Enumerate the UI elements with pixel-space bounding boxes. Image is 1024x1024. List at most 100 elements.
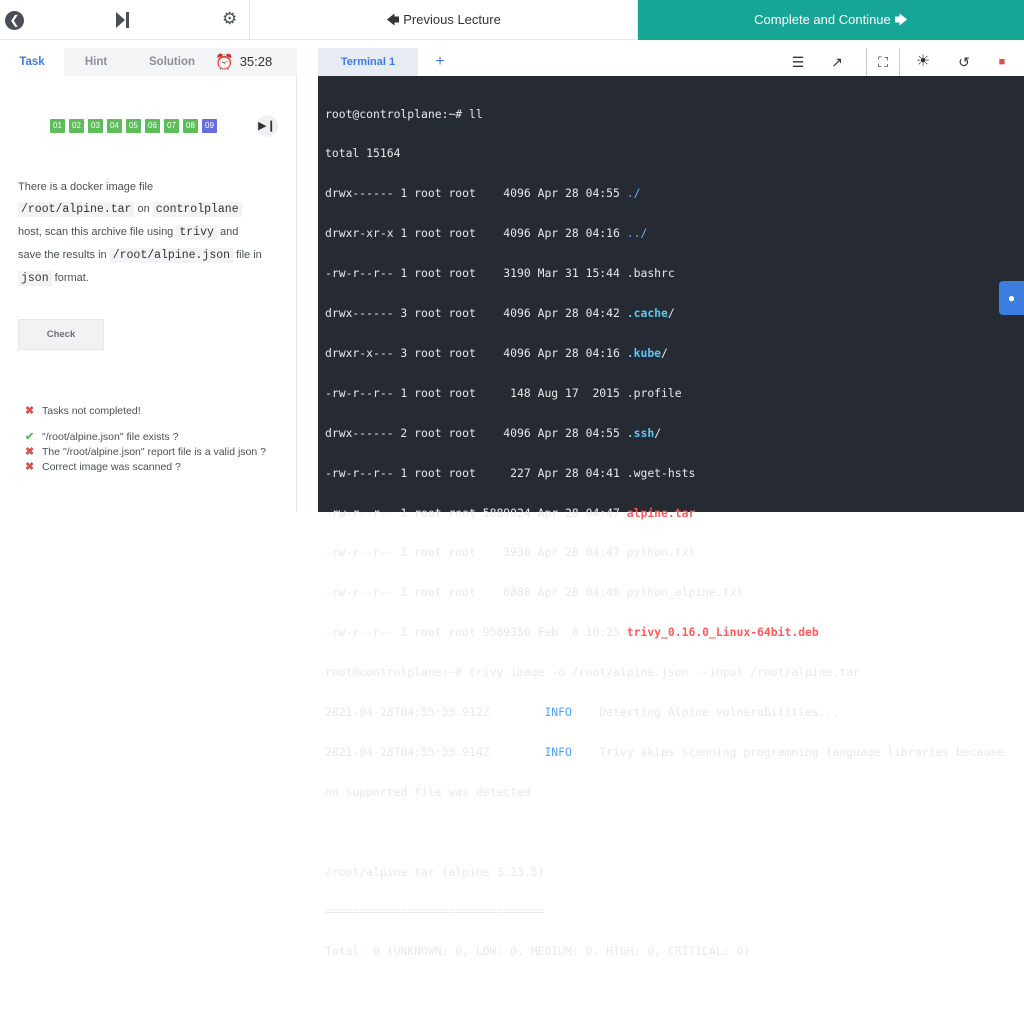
file-meta: drwx------ 1 root root 4096 Apr 28 04:55: [325, 186, 627, 201]
top-bar: ❮ ⚙ 🡄 Previous Lecture Complete and Cont…: [0, 0, 1024, 40]
terminal-line: no supported file was detected: [325, 784, 531, 799]
file-meta: -rw-r--r-- 1 root root 227 Apr 28 04:41: [325, 465, 627, 480]
arrow-right-icon: 🡆: [894, 12, 908, 27]
tab-terminal-1[interactable]: Terminal 1: [318, 48, 418, 76]
cross-icon: ✖: [25, 405, 35, 417]
complete-label: Complete and Continue: [754, 12, 891, 27]
file-name: .ssh: [626, 425, 655, 440]
question-number[interactable]: 04: [107, 119, 122, 133]
result-item: ✖ Tasks not completed!: [25, 405, 285, 418]
fullscreen-icon[interactable]: ⛶: [873, 52, 893, 72]
task-text: and: [219, 226, 239, 238]
prompt: root@controlplane:~#: [325, 106, 463, 121]
tab-task[interactable]: Task: [0, 48, 64, 76]
terminal-line: /root/alpine.tar (alpine 3.13.5): [325, 864, 545, 879]
file-name: alpine.tar: [626, 505, 696, 520]
check-icon: ✔: [25, 431, 35, 443]
previous-lecture-button[interactable]: 🡄 Previous Lecture: [250, 0, 638, 40]
file-name: ../: [626, 226, 648, 241]
next-question-icon[interactable]: ▶❙: [256, 115, 278, 137]
task-panel: Task Hint Solution ⏰ 35:28 01 02 03 04 05 06 07…: [0, 48, 297, 512]
skip-end-icon[interactable]: [115, 10, 131, 30]
result-text: Correct image was scanned ?: [42, 461, 181, 473]
dir-suffix: /: [654, 425, 662, 440]
chat-icon[interactable]: ●: [999, 281, 1024, 315]
task-text: on: [137, 203, 150, 215]
question-number[interactable]: 08: [183, 119, 198, 133]
dir-suffix: /: [661, 345, 668, 360]
log-level: INFO: [544, 744, 572, 759]
history-icon[interactable]: ↺: [954, 52, 974, 72]
log-level: INFO: [544, 704, 572, 719]
task-description: There is a docker image file /root/alpin…: [18, 176, 286, 290]
listing-row: drwxr-x--- 3 root root 4096 Apr 28 04:16…: [325, 345, 1015, 360]
brightness-icon[interactable]: ☀: [913, 52, 933, 72]
task-text: host, scan this archive file using: [18, 226, 174, 238]
question-number[interactable]: 01: [50, 119, 65, 133]
listing-row: -rw-r--r-- 1 root root 148 Aug 17 2015 .…: [325, 385, 1015, 400]
task-text: save the results in: [18, 249, 107, 261]
code-results-file: /root/alpine.json: [109, 248, 234, 263]
tab-hint[interactable]: Hint: [64, 48, 128, 76]
listing-row: -rw-r--r-- 1 root root 3936 Apr 28 04:47…: [325, 546, 1015, 559]
question-number-current[interactable]: 09: [202, 119, 217, 133]
file-meta: -rw-r--r-- 1 root root 3936 Apr 28 04:47: [325, 545, 627, 560]
file-meta: drwx------ 3 root root 4096 Apr 28 04:42: [325, 306, 627, 321]
code-host: controlplane: [152, 202, 242, 217]
result-text: "/root/alpine.json" file exists ?: [42, 431, 179, 443]
code-file: /root/alpine.tar: [18, 202, 135, 217]
terminal-output[interactable]: root@controlplane:~# ll total 15164 drwx…: [325, 81, 1015, 1024]
log-message: Detecting Alpine vulnerabilities...: [571, 704, 840, 719]
question-number[interactable]: 07: [164, 119, 179, 133]
listing-row: -rw-r--r-- 1 root root 3190 Mar 31 15:44…: [325, 267, 1015, 280]
code-format: json: [18, 271, 52, 286]
file-name: ./: [626, 186, 641, 201]
listing-row: -rw-r--r-- 1 root root 227 Apr 28 04:41 …: [325, 465, 1015, 480]
file-name: .cache: [626, 306, 668, 321]
task-text: file in: [236, 249, 262, 261]
previous-lecture-label: Previous Lecture: [403, 12, 501, 27]
listing-row: -rw-r--r-- 1 root root 5889024 Apr 28 04…: [325, 505, 1015, 520]
result-text: Tasks not completed!: [42, 405, 141, 417]
check-button[interactable]: Check: [18, 319, 104, 350]
question-number[interactable]: 05: [126, 119, 141, 133]
command: trivy image -o /root/alpine.json --input…: [469, 665, 860, 680]
terminal-panel: Terminal 1 + ☰ ↗ ⛶ ☀ ↺ ■ root@controlpla…: [318, 48, 1024, 958]
prompt: root@controlplane:~#: [325, 665, 463, 680]
file-name: trivy_0.16.0_Linux-64bit.deb: [626, 625, 819, 640]
menu-icon[interactable]: ☰: [788, 52, 808, 72]
log-line: 2021-04-28T04:55:55.914Z INFO Trivy skip…: [325, 744, 1015, 759]
stop-icon[interactable]: ■: [992, 52, 1012, 72]
file-name: .wget-hsts: [626, 465, 696, 480]
listing-row: drwxr-xr-x 1 root root 4096 Apr 28 04:16…: [325, 227, 1015, 240]
complete-and-continue-button[interactable]: Complete and Continue 🡆: [638, 0, 1024, 40]
file-name: python.txt: [626, 545, 696, 560]
result-item: ✖ Correct image was scanned ?: [25, 461, 285, 474]
timer: ⏰ 35:28: [215, 53, 272, 71]
external-link-icon[interactable]: ↗: [827, 52, 847, 72]
log-timestamp: 2021-04-28T04:55:55.914Z: [325, 744, 545, 759]
cross-icon: ✖: [25, 461, 35, 473]
terminal-line: ================================: [325, 904, 545, 919]
question-number[interactable]: 02: [69, 119, 84, 133]
question-navigator: 01 02 03 04 05 06 07 08 09: [50, 119, 221, 134]
tab-solution[interactable]: Solution: [138, 48, 206, 76]
add-terminal-button[interactable]: +: [431, 53, 449, 71]
file-meta: drwx------ 2 root root 4096 Apr 28 04:55: [325, 425, 627, 440]
question-number[interactable]: 03: [88, 119, 103, 133]
result-text: The "/root/alpine.json" report file is a…: [42, 446, 266, 458]
chevron-left-icon[interactable]: ❮: [5, 11, 24, 30]
log-message: Trivy skips scanning programming languag…: [571, 744, 1004, 759]
course-controls: ❮ ⚙: [0, 0, 250, 40]
task-text: format.: [54, 272, 89, 284]
gear-icon[interactable]: ⚙: [222, 9, 237, 29]
code-tool: trivy: [176, 225, 217, 240]
result-item: ✖ The "/root/alpine.json" report file is…: [25, 446, 285, 459]
listing-row: drwx------ 3 root root 4096 Apr 28 04:42…: [325, 306, 1015, 321]
cross-icon: ✖: [25, 446, 35, 458]
file-meta: -rw-r--r-- 1 root root 148 Aug 17 2015: [325, 385, 627, 400]
question-number[interactable]: 06: [145, 119, 160, 133]
task-text: There is a docker image file: [18, 181, 154, 193]
